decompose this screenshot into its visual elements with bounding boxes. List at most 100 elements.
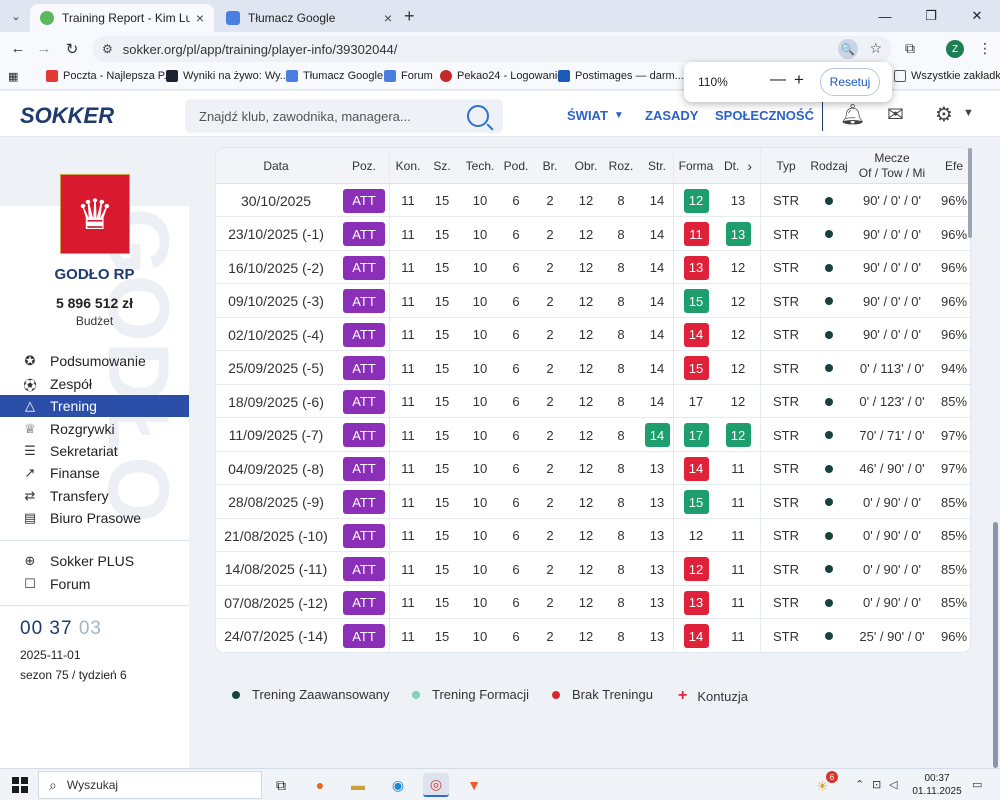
zoom-in-button[interactable]: +	[794, 70, 804, 90]
table-row[interactable]: 18/09/2025 (-6) ATT 11 15 10 6 2 12 8 14 17 12 STR 0'…	[216, 385, 970, 418]
site-search-input[interactable]: Znajdź klub, zawodnika, managera...	[185, 99, 503, 133]
table-row[interactable]: 14/08/2025 (-11) ATT 11 15 10 6 2 12 8 13 12 11 STR 0…	[216, 553, 970, 586]
back-icon[interactable]: ←	[8, 40, 28, 57]
tab-close-icon[interactable]: ×	[384, 10, 392, 26]
site-logo[interactable]: SOKKER	[20, 103, 114, 129]
sidebar-item-biuro-prasowe[interactable]: ▤ Biuro Prasowe	[0, 507, 189, 529]
bookmark-pekao[interactable]: Pekao24 - Logowanie	[440, 70, 563, 82]
speaker-icon[interactable]: ◁	[889, 778, 897, 791]
taskbar-search-input[interactable]: ⌕ Wyszukaj	[38, 771, 262, 799]
close-window-icon[interactable]: ✕	[954, 0, 1000, 32]
col-obrona[interactable]: Obr.	[568, 148, 604, 184]
tab-search-button[interactable]: ⌄	[6, 6, 26, 26]
col-podania[interactable]: Pod.	[500, 148, 532, 184]
minimize-icon[interactable]: —	[862, 0, 908, 32]
address-bar[interactable]: ⚙ sokker.org/pl/app/training/player-info…	[92, 36, 892, 62]
table-row[interactable]: 21/08/2025 (-10) ATT 11 15 10 6 2 12 8 13 12 11 STR 0…	[216, 519, 970, 552]
windows-start-icon[interactable]	[12, 777, 28, 793]
sidebar-item-trening[interactable]: △ Trening	[0, 395, 189, 417]
table-row[interactable]: 07/08/2025 (-12) ATT 11 15 10 6 2 12 8 13 13 11 STR 0…	[216, 586, 970, 619]
nav-swiat[interactable]: ŚWIAT ▼	[567, 108, 624, 123]
forward-icon[interactable]: →	[34, 40, 54, 57]
col-forma[interactable]: Forma	[676, 148, 716, 184]
table-row[interactable]: 24/07/2025 (-14) ATT 11 15 10 6 2 12 8 13 14 11 STR 2…	[216, 620, 970, 652]
col-dt[interactable]: Dt. ›	[716, 148, 760, 184]
cell-forma: 12	[676, 553, 716, 586]
all-bookmarks[interactable]: Wszystkie zakładki	[894, 70, 1000, 82]
bookmark-postimages[interactable]: Postimages — darm...	[558, 70, 684, 82]
chevron-right-icon[interactable]: ›	[747, 158, 752, 174]
col-strzaly[interactable]: Str.	[638, 148, 676, 184]
col-szybkosc[interactable]: Sz.	[424, 148, 460, 184]
zoom-out-button[interactable]: —	[770, 71, 786, 89]
sidebar-item-sekretariat[interactable]: ☰ Sekretariat	[0, 440, 189, 462]
bookmark-wyniki[interactable]: Wyniki na żywo: Wy...	[166, 70, 289, 82]
col-rozgrywanie[interactable]: Roz.	[604, 148, 638, 184]
browser-menu-icon[interactable]: ⋮	[978, 40, 992, 57]
apps-grid-icon[interactable]: ▦	[8, 70, 18, 83]
tray-chevron-icon[interactable]: ⌃	[855, 778, 864, 791]
col-position[interactable]: Poz.	[336, 148, 392, 184]
table-row[interactable]: 16/10/2025 (-2) ATT 11 15 10 6 2 12 8 14 13 12 STR 90…	[216, 251, 970, 284]
table-row[interactable]: 25/09/2025 (-5) ATT 11 15 10 6 2 12 8 14 15 12 STR 0'…	[216, 352, 970, 385]
cell-typ: STR	[773, 226, 799, 242]
table-row[interactable]: 28/08/2025 (-9) ATT 11 15 10 6 2 12 8 13 15 11 STR 0'…	[216, 486, 970, 519]
table-scroll-thumb[interactable]	[968, 148, 972, 238]
table-row[interactable]: 02/10/2025 (-4) ATT 11 15 10 6 2 12 8 14 14 12 STR 90…	[216, 318, 970, 351]
chrome-icon[interactable]: ◎	[423, 773, 449, 797]
task-view-icon[interactable]: ⧉	[268, 773, 294, 797]
table-row[interactable]: 11/09/2025 (-7) ATT 11 15 10 6 2 12 8 14 17 12 STR 70…	[216, 419, 970, 452]
sidebar-item-rozgrywki[interactable]: ♕ Rozgrywki	[0, 418, 189, 440]
chevron-down-icon[interactable]: ▼	[963, 107, 974, 119]
col-bramkarz[interactable]: Br.	[532, 148, 568, 184]
zoom-icon[interactable]: 🔍	[838, 39, 858, 59]
network-icon[interactable]: ⊡	[872, 778, 881, 791]
club-crest[interactable]: ♛	[60, 174, 130, 254]
bookmark-poczta[interactable]: Poczta - Najlepsza P...	[46, 70, 173, 82]
notifications-icon[interactable]: ▭	[972, 778, 982, 791]
file-explorer-icon[interactable]: ▬	[345, 773, 371, 797]
taskbar-clock[interactable]: 00:37 01.11.2025	[912, 772, 962, 798]
sidebar-item-podsumowanie[interactable]: ✪ Podsumowanie	[0, 350, 189, 372]
extensions-icon[interactable]: ⧉	[905, 40, 915, 57]
mail-icon[interactable]: ✉	[887, 102, 904, 127]
tab-close-icon[interactable]: ×	[196, 10, 204, 26]
nav-zasady[interactable]: ZASADY	[645, 108, 698, 123]
profile-avatar[interactable]: Z	[946, 40, 964, 58]
col-rodzaj[interactable]: Rodzaj	[810, 148, 847, 184]
page-scrollbar-thumb[interactable]	[993, 522, 998, 768]
new-tab-icon[interactable]: +	[404, 6, 415, 27]
site-info-icon[interactable]: ⚙	[102, 42, 113, 56]
tab-google-translate[interactable]: Tłumacz Google ×	[216, 4, 402, 32]
reload-icon[interactable]: ↻	[62, 40, 82, 58]
tab-training-report[interactable]: Training Report - Kim Lumme - ×	[30, 4, 214, 32]
sidebar-item-finanse[interactable]: ↗ Finanse	[0, 462, 189, 484]
zoom-reset-button[interactable]: Resetuj	[820, 68, 880, 96]
bell-icon[interactable]: 🔔︎	[840, 102, 865, 127]
sidebar-item-zespol[interactable]: ⚽︎ Zespół	[0, 373, 189, 395]
gear-icon[interactable]: ⚙	[935, 102, 953, 127]
bookmark-forum[interactable]: Forum	[384, 70, 433, 82]
col-efektywnosc[interactable]: Efe	[938, 148, 970, 184]
firefox-icon[interactable]: ●	[307, 773, 333, 797]
table-row[interactable]: 23/10/2025 (-1) ATT 11 15 10 6 2 12 8 14 11 13 STR 90…	[216, 218, 970, 251]
col-kondycja[interactable]: Kon.	[392, 148, 424, 184]
restore-icon[interactable]: ❐	[908, 0, 954, 32]
col-typ[interactable]: Typ	[760, 148, 812, 184]
club-name[interactable]: GODŁO RP	[0, 266, 189, 283]
search-icon[interactable]	[467, 105, 489, 127]
sidebar-item-transfery[interactable]: ⇄ Transfery	[0, 485, 189, 507]
bookmark-translate[interactable]: Tłumacz Google	[286, 70, 383, 82]
col-date[interactable]: Data	[216, 148, 336, 184]
sidebar-item-forum[interactable]: ☐ Forum	[0, 573, 189, 595]
table-row[interactable]: 30/10/2025 ATT 11 15 10 6 2 12 8 14 12 13 STR 90' / 0…	[216, 184, 970, 217]
brave-icon[interactable]: ▼	[461, 773, 487, 797]
edge-icon[interactable]: ◉	[385, 773, 411, 797]
col-mecze[interactable]: Mecze Of / Tow / Mi	[846, 148, 938, 184]
bookmark-star-icon[interactable]: ☆	[869, 40, 882, 57]
table-row[interactable]: 09/10/2025 (-3) ATT 11 15 10 6 2 12 8 14 15 12 STR 90…	[216, 285, 970, 318]
col-technika[interactable]: Tech.	[460, 148, 500, 184]
nav-spolecznosc[interactable]: SPOŁECZNOŚĆ	[715, 108, 814, 123]
table-row[interactable]: 04/09/2025 (-8) ATT 11 15 10 6 2 12 8 13 14 11 STR 46…	[216, 452, 970, 485]
sidebar-item-sokker-plus[interactable]: ⊕ Sokker PLUS	[0, 550, 189, 572]
